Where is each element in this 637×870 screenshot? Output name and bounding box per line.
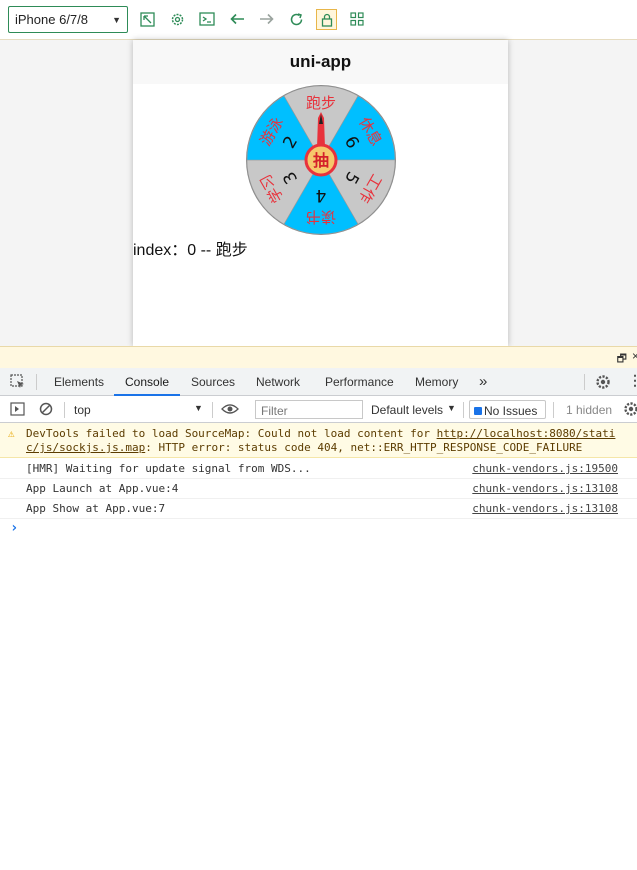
tab-console[interactable]: Console (114, 368, 181, 396)
chevron-down-icon: ▼ (112, 15, 121, 25)
devtools-header: 🗗 × (0, 346, 637, 368)
message-text: App Launch at App.vue:4 (26, 482, 179, 495)
index-result-text: index：0 -- 跑步 (133, 242, 248, 259)
issues-button[interactable]: No Issues (469, 400, 546, 419)
phone-screen: uni-app 跑步 休息 6 工作 5 读书 4 学习 3 游泳 2 抽 index：0 -- 跑步 (133, 40, 508, 346)
grid-icon[interactable] (348, 10, 366, 28)
context-select[interactable]: top (74, 403, 91, 417)
message-source-link[interactable]: chunk-vendors.js:13108 (472, 502, 618, 515)
nav-title: uni-app (289, 52, 352, 71)
context-chevron-icon: ▼ (194, 403, 203, 413)
wheel-segment-label: 跑步 (306, 94, 336, 112)
console-settings-gear-icon[interactable] (623, 401, 637, 420)
levels-chevron-icon: ▼ (447, 403, 456, 413)
eye-icon[interactable] (221, 402, 239, 419)
console-prompt-icon[interactable]: › (10, 520, 18, 536)
tab-elements[interactable]: Elements (54, 368, 104, 396)
back-arrow-icon[interactable] (228, 10, 246, 28)
message-text: [HMR] Waiting for update signal from WDS… (26, 462, 311, 475)
undock-icon[interactable]: 🗗 (617, 350, 627, 369)
warning-message: ⚠ DevTools failed to load SourceMap: Cou… (0, 423, 637, 458)
close-icon[interactable]: × (632, 349, 637, 363)
devtools-tabs: Elements Console Sources Network Perform… (0, 368, 637, 396)
warning-icon: ⚠ (8, 427, 15, 440)
console-message: App Launch at App.vue:4 chunk-vendors.js… (0, 479, 637, 499)
wheel-center-label: 抽 (313, 151, 329, 170)
console-filter-bar: top ▼ Filter Default levels ▼ No Issues … (0, 396, 637, 423)
nav-bar: uni-app (133, 40, 508, 84)
tab-sources[interactable]: Sources (191, 368, 235, 396)
simulator-preview: uni-app 跑步 休息 6 工作 5 读书 4 学习 3 游泳 2 抽 index：0 -- 跑步 (0, 40, 637, 346)
clear-console-icon[interactable] (39, 402, 53, 419)
filter-input[interactable]: Filter (255, 400, 363, 419)
device-select-value: iPhone 6/7/8 (15, 12, 89, 27)
wheel-segment-label: 读书 (306, 208, 336, 226)
kebab-menu-icon[interactable]: ⋮ (628, 372, 637, 389)
warning-error-text: : HTTP error: status code 404, net::ERR_… (145, 441, 583, 454)
wheel-segment-number: 4 (316, 185, 327, 205)
rotate-icon[interactable] (138, 10, 156, 28)
lock-icon[interactable] (316, 9, 337, 30)
hidden-count: 1 hidden (566, 403, 613, 417)
console-message: App Show at App.vue:7 chunk-vendors.js:1… (0, 499, 637, 519)
top-toolbar: iPhone 6/7/8 ▼ (0, 0, 637, 40)
message-text: App Show at App.vue:7 (26, 502, 166, 515)
device-select[interactable]: iPhone 6/7/8 ▼ (8, 6, 128, 33)
issues-label: No Issues (484, 404, 538, 418)
sourcemap-link[interactable]: http://localhost:8080/stati (437, 427, 616, 440)
console-message: [HMR] Waiting for update signal from WDS… (0, 458, 637, 479)
sourcemap-link-cont[interactable]: c/js/sockjs.js.map (26, 441, 145, 454)
tab-memory[interactable]: Memory (415, 368, 458, 396)
tab-network[interactable]: Network (256, 368, 300, 396)
warning-text: DevTools failed to load SourceMap: Could… (26, 427, 437, 440)
reload-icon[interactable] (287, 10, 305, 28)
inspect-element-icon[interactable] (10, 374, 26, 393)
more-tabs-icon[interactable]: » (479, 368, 487, 396)
message-source-link[interactable]: chunk-vendors.js:13108 (472, 482, 618, 495)
gear-icon[interactable] (168, 10, 186, 28)
sidebar-toggle-icon[interactable] (10, 402, 25, 419)
tab-performance[interactable]: Performance (325, 368, 394, 396)
message-source-link[interactable]: chunk-vendors.js:19500 (472, 462, 618, 475)
console-output: ⚠ DevTools failed to load SourceMap: Cou… (0, 423, 637, 870)
lottery-wheel[interactable]: 跑步休息6工作5读书4学习3游泳2抽 (245, 84, 397, 236)
terminal-icon[interactable] (198, 10, 216, 28)
forward-arrow-icon[interactable] (257, 10, 275, 28)
issues-icon (474, 407, 482, 415)
log-levels-select[interactable]: Default levels (371, 403, 443, 417)
settings-gear-icon[interactable] (595, 374, 611, 393)
